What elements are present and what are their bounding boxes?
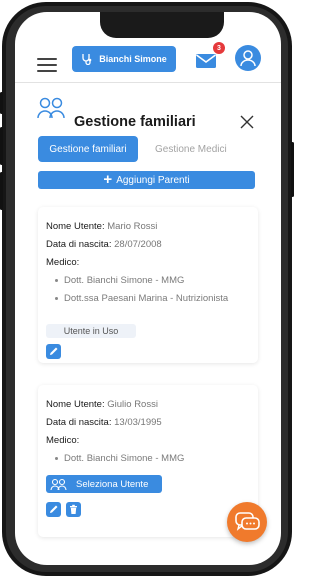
family-icon xyxy=(37,97,65,119)
user-name-row: Nome Utente: Mario Rossi xyxy=(46,221,157,232)
doctor-item: Dott. Bianchi Simone - MMG xyxy=(54,275,185,286)
family-icon xyxy=(50,478,67,490)
birth-date-value: 13/03/1995 xyxy=(114,417,162,428)
mail-badge: 3 xyxy=(213,42,225,54)
doctor-item: Dott. Bianchi Simone - MMG xyxy=(54,453,185,464)
menu-icon[interactable] xyxy=(37,58,57,74)
birth-date-row: Data di nascita: 28/07/2008 xyxy=(46,239,162,250)
phone-notch xyxy=(100,12,224,38)
select-user-button[interactable]: Seleziona Utente xyxy=(46,475,162,493)
edit-button[interactable] xyxy=(46,344,61,359)
user-name-label: Nome Utente: xyxy=(46,221,105,232)
user-name-row: Nome Utente: Giulio Rossi xyxy=(46,399,158,410)
phone-mute-switch xyxy=(0,92,3,114)
current-user-name: Bianchi Simone xyxy=(99,54,167,64)
tab-gestione-medici[interactable]: Gestione Medici xyxy=(155,144,227,155)
app-screen: Bianchi Simone 3 Gestione familiari Gest… xyxy=(15,12,281,565)
tab-gestione-familiari[interactable]: Gestione familiari xyxy=(38,136,138,162)
close-icon[interactable] xyxy=(240,115,254,129)
page-title: Gestione familiari xyxy=(74,114,196,130)
delete-button[interactable] xyxy=(66,502,81,517)
plus-icon: + xyxy=(103,171,113,188)
select-user-label: Seleziona Utente xyxy=(76,478,149,490)
family-member-card: Nome Utente: Mario Rossi Data di nascita… xyxy=(38,207,258,363)
add-relatives-label: Aggiungi Parenti xyxy=(116,174,190,186)
header-divider xyxy=(15,82,281,83)
phone-power-button xyxy=(291,142,294,197)
add-relatives-button[interactable]: + Aggiungi Parenti xyxy=(38,171,255,189)
birth-date-value: 28/07/2008 xyxy=(114,239,162,250)
pencil-icon xyxy=(50,347,58,355)
birth-date-label: Data di nascita: xyxy=(46,417,112,428)
user-name-value: Mario Rossi xyxy=(107,221,158,232)
user-in-use-badge: Utente in Uso xyxy=(46,324,136,338)
current-user-button[interactable]: Bianchi Simone xyxy=(72,46,176,72)
trash-icon xyxy=(70,504,77,514)
doctor-label: Medico: xyxy=(46,257,80,268)
user-icon xyxy=(240,50,256,67)
chat-bubbles-icon xyxy=(235,512,260,531)
birth-date-row: Data di nascita: 13/03/1995 xyxy=(46,417,162,428)
family-member-card: Nome Utente: Giulio Rossi Data di nascit… xyxy=(38,385,258,537)
profile-button[interactable] xyxy=(235,45,261,71)
stethoscope-icon xyxy=(82,54,92,65)
phone-volume-down xyxy=(0,172,3,210)
pencil-icon xyxy=(50,505,58,513)
chat-button[interactable] xyxy=(227,502,267,542)
user-name-label: Nome Utente: xyxy=(46,399,105,410)
user-name-value: Giulio Rossi xyxy=(107,399,158,410)
doctor-item: Dott.ssa Paesani Marina - Nutrizionista xyxy=(54,293,229,304)
phone-volume-up xyxy=(0,127,3,165)
birth-date-label: Data di nascita: xyxy=(46,239,112,250)
doctor-label: Medico: xyxy=(46,435,80,446)
edit-button[interactable] xyxy=(46,502,61,517)
